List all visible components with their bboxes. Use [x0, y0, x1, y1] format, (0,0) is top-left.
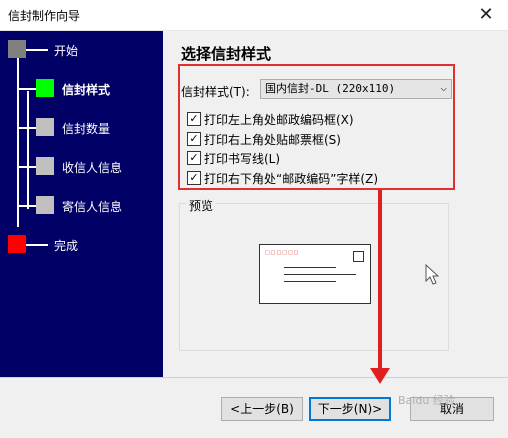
- step-finish: 完成: [0, 235, 163, 257]
- step-start-connector: [26, 49, 48, 51]
- title-bar: 信封制作向导 ✕: [0, 0, 508, 31]
- preview-label: 预览: [187, 197, 216, 214]
- envelope-style-value: 国内信封-DL (220x110): [265, 82, 396, 95]
- step-envelope-style-label: 信封样式: [62, 83, 111, 97]
- step-envelope-count-marker: [36, 118, 54, 136]
- postal-code-marks: □□□□□□: [265, 250, 300, 256]
- step-finish-label: 完成: [54, 239, 79, 253]
- option-label: 打印右下角处“邮政编码”字样(Z): [204, 172, 379, 186]
- checkbox-icon[interactable]: ✓: [187, 171, 201, 185]
- envelope-style-label: 信封样式(T):: [181, 85, 250, 99]
- envelope-preview: □□□□□□: [259, 244, 371, 304]
- close-icon[interactable]: ✕: [472, 4, 500, 26]
- option-label: 打印右上角处贴邮票框(S): [204, 133, 341, 147]
- step-envelope-style-marker: [36, 79, 54, 97]
- step-connector-line-inner: [27, 91, 29, 209]
- step-start: 开始: [0, 40, 163, 62]
- step-recipient-info: 收信人信息: [0, 157, 163, 179]
- step-start-marker: [8, 40, 26, 58]
- annotation-arrow-head: [370, 368, 390, 384]
- wizard-step-sidebar: 开始 信封样式 信封数量 收信人信息 寄信人信息 完成: [0, 31, 163, 377]
- step-sender-info: 寄信人信息: [0, 196, 163, 218]
- mouse-cursor-icon: [425, 264, 440, 285]
- checkbox-icon[interactable]: ✓: [187, 112, 201, 126]
- envelope-style-select[interactable]: 国内信封-DL (220x110) ⌵: [260, 79, 452, 99]
- next-button[interactable]: 下一步(N)>: [309, 397, 391, 421]
- page-title: 选择信封样式: [181, 45, 272, 63]
- step-recipient-info-marker: [36, 157, 54, 175]
- watermark: Baidu 经验: [398, 394, 455, 407]
- step-envelope-style-connector: [19, 88, 36, 90]
- step-envelope-count: 信封数量: [0, 118, 163, 140]
- option-label: 打印书写线(L): [204, 152, 281, 166]
- stamp-box: [353, 251, 364, 262]
- step-recipient-info-connector: [19, 166, 36, 168]
- window-title: 信封制作向导: [8, 9, 81, 23]
- step-start-label: 开始: [54, 44, 79, 58]
- address-line: [284, 267, 336, 268]
- address-line: [284, 281, 336, 282]
- step-recipient-info-label: 收信人信息: [62, 161, 123, 175]
- checkbox-icon[interactable]: ✓: [187, 151, 201, 165]
- step-finish-connector: [26, 244, 48, 246]
- option-label: 打印左上角处邮政编码框(X): [204, 113, 354, 127]
- step-envelope-count-connector: [19, 127, 36, 129]
- step-sender-info-connector: [19, 205, 36, 207]
- step-sender-info-marker: [36, 196, 54, 214]
- step-envelope-style: 信封样式: [0, 79, 163, 101]
- back-button[interactable]: <上一步(B): [221, 397, 303, 421]
- checkbox-icon[interactable]: ✓: [187, 132, 201, 146]
- annotation-arrow-shaft: [378, 190, 382, 375]
- wizard-content-panel: 选择信封样式 信封样式(T): 国内信封-DL (220x110) ⌵ ✓ 打印…: [163, 31, 508, 377]
- step-sender-info-label: 寄信人信息: [62, 200, 123, 214]
- step-envelope-count-label: 信封数量: [62, 122, 111, 136]
- step-finish-marker: [8, 235, 26, 253]
- address-line: [284, 274, 356, 275]
- chevron-down-icon[interactable]: ⌵: [440, 79, 447, 97]
